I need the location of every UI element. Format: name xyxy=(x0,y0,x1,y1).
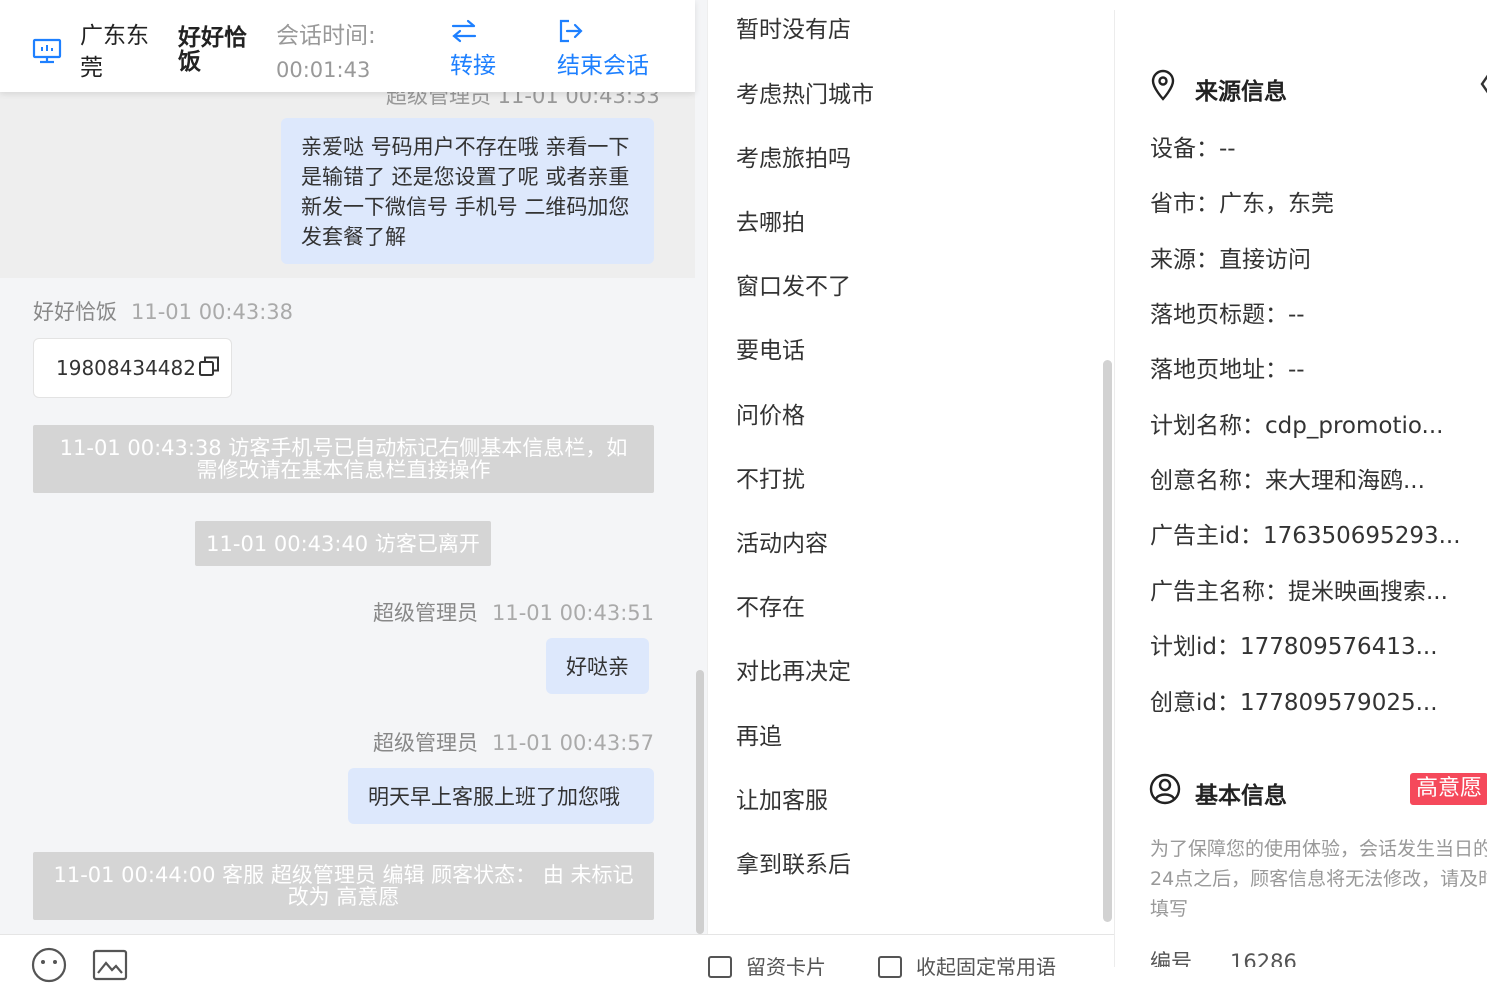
info-row-plan-name: 计划名称：cdp_promotio... xyxy=(1150,413,1444,439)
info-row-creative-id: 创意id：177809579025... xyxy=(1150,690,1438,716)
sender-name: 超级管理员 xyxy=(372,601,478,625)
location-pin-icon xyxy=(1151,69,1175,101)
quick-reply-list: 暂时没有店 考虑热门城市 考虑旅拍吗 去哪拍 窗口发不了 要电话 问价格 不打扰… xyxy=(707,0,1114,934)
quick-reply-item[interactable]: 拿到联系后 xyxy=(736,850,851,880)
image-icon[interactable] xyxy=(92,947,128,983)
info-row-advertiser-name: 广告主名称：提米映画搜索... xyxy=(1150,579,1448,605)
info-row-creative-name: 创意名称：来大理和海鸥... xyxy=(1150,468,1425,494)
user-circle-icon xyxy=(1149,773,1181,805)
basic-info-note: 为了保障您的使用体验，会话发生当日的24点之后，顾客信息将无法修改，请及时填写 xyxy=(1150,838,1487,920)
agent-message-bubble: 好哒亲 xyxy=(546,638,649,694)
quick-reply-item[interactable]: 考虑热门城市 xyxy=(736,80,874,110)
customer-info-panel: 来源信息 设备：-- 省市：广东，东莞 来源：直接访问 落地页标题：-- 落地页… xyxy=(1115,0,1487,967)
message-sender: 超级管理员 11-01 00:43:57 xyxy=(373,727,654,757)
info-row-landing-title: 落地页标题：-- xyxy=(1150,302,1305,328)
quick-reply-item[interactable]: 去哪拍 xyxy=(736,208,805,238)
message-time: 11-01 00:43:57 xyxy=(491,731,654,755)
message-time: 11-01 00:43:38 xyxy=(131,300,294,324)
quick-reply-scrollbar[interactable] xyxy=(1103,360,1112,922)
customer-name: 好好恰饭 xyxy=(178,25,247,75)
phone-number: 19808434482 xyxy=(56,356,196,380)
end-session-button[interactable]: 结束会话 xyxy=(557,18,649,80)
transfer-button[interactable]: 转接 xyxy=(450,18,496,80)
chat-header: 广东东莞 好好恰饭 会话时间: 00:01:43 转接 结束会话 xyxy=(0,0,695,92)
emoji-icon[interactable] xyxy=(31,947,67,983)
input-toolbar: 留资卡片 收起固定常用语 xyxy=(0,934,1114,983)
info-row-plan-id: 计划id：177809576413... xyxy=(1150,634,1438,660)
chat-panel: 超级管理员 11-01 00:43:33 广东东莞 好好恰饭 会话时间: 00:… xyxy=(0,0,707,934)
quick-reply-item[interactable]: 问价格 xyxy=(736,401,805,431)
copy-icon[interactable] xyxy=(198,355,220,377)
quick-reply-item[interactable]: 不存在 xyxy=(736,593,805,623)
lead-card-button[interactable]: 留资卡片 xyxy=(708,951,826,980)
message-time: 11-01 00:43:51 xyxy=(491,601,654,625)
quick-reply-item[interactable]: 对比再决定 xyxy=(736,657,851,687)
info-row-device: 设备：-- xyxy=(1150,136,1236,162)
customer-id-value: 16286 xyxy=(1230,950,1297,967)
quick-reply-item[interactable]: 不打扰 xyxy=(736,465,805,495)
sender-name: 超级管理员 xyxy=(372,731,478,755)
visitor-location: 广东东莞 xyxy=(80,23,149,81)
phone-number-card[interactable]: 19808434482 xyxy=(33,338,232,398)
customer-id-label: 编号 xyxy=(1150,950,1192,967)
info-row-advertiser-id: 广告主id：176350695293... xyxy=(1150,523,1461,549)
quick-reply-item[interactable]: 再追 xyxy=(736,722,782,752)
source-info-title: 来源信息 xyxy=(1195,79,1287,105)
agent-message-bubble: 明天早上客服上班了加您哦 xyxy=(348,768,654,824)
quick-reply-item[interactable]: 考虑旅拍吗 xyxy=(736,144,851,174)
agent-message-bubble: 亲爱哒 号码用户不存在哦 亲看一下是输错了 还是您设置了呢 或者亲重新发一下微信… xyxy=(281,118,654,264)
lead-card-label: 留资卡片 xyxy=(746,955,826,979)
message-sender: 超级管理员 11-01 00:43:51 xyxy=(373,597,654,627)
logout-icon xyxy=(559,19,583,43)
system-notice: 11-01 00:44:00 客服 超级管理员 编辑 顾客状态： 由 未标记 改… xyxy=(33,852,654,920)
end-session-label: 结束会话 xyxy=(557,53,649,79)
collapse-phrases-button[interactable]: 收起固定常用语 xyxy=(878,951,1056,980)
info-row-landing-url: 落地页地址：-- xyxy=(1150,357,1305,383)
quick-reply-item[interactable]: 要电话 xyxy=(736,336,805,366)
card-icon xyxy=(708,956,732,978)
system-notice: 11-01 00:43:38 访客手机号已自动标记右侧基本信息栏，如需修改请在基… xyxy=(33,425,654,493)
session-time-label: 会话时间: xyxy=(276,23,376,49)
customer-id-row: 编号 16286 xyxy=(1150,946,1297,967)
transfer-label: 转接 xyxy=(450,53,496,79)
phrases-icon xyxy=(878,956,902,978)
session-time: 00:01:43 xyxy=(276,58,371,82)
info-row-source: 来源：直接访问 xyxy=(1150,247,1311,273)
message-sender: 好好恰饭 11-01 00:43:38 xyxy=(33,296,293,326)
basic-info-title: 基本信息 xyxy=(1195,783,1287,809)
chat-scrollbar[interactable] xyxy=(696,670,704,934)
collapse-phrases-label: 收起固定常用语 xyxy=(916,955,1056,979)
quick-reply-item[interactable]: 让加客服 xyxy=(736,786,828,816)
intent-status-badge[interactable]: 高意愿 xyxy=(1410,773,1487,805)
quick-reply-item[interactable]: 暂时没有店 xyxy=(736,15,851,45)
chevron-left-icon[interactable] xyxy=(1479,70,1487,98)
quick-reply-item[interactable]: 活动内容 xyxy=(736,529,828,559)
transfer-icon xyxy=(451,19,477,43)
monitor-icon xyxy=(32,38,62,64)
info-row-province: 省市：广东，东莞 xyxy=(1150,191,1334,217)
sender-name: 好好恰饭 xyxy=(33,300,117,324)
system-notice: 11-01 00:43:40 访客已离开 xyxy=(195,521,491,566)
quick-reply-item[interactable]: 窗口发不了 xyxy=(736,272,851,302)
